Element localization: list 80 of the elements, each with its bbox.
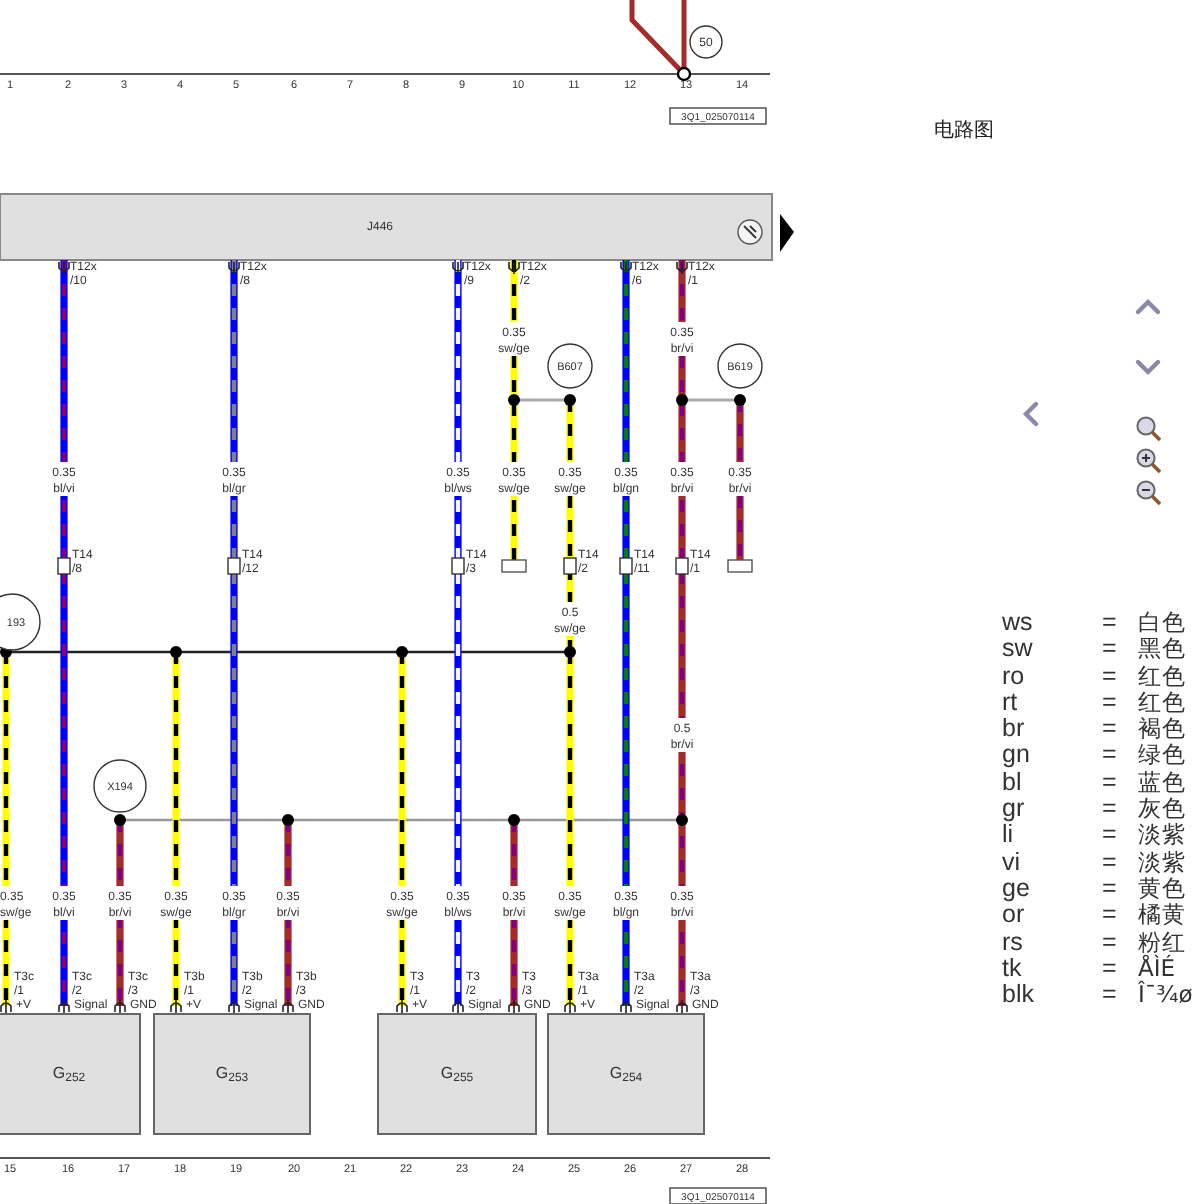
junction-node	[508, 394, 520, 406]
legend-meaning: 蓝色	[1138, 769, 1188, 797]
component-label: G$_{253}$	[215, 1064, 249, 1085]
junction-node	[564, 646, 576, 658]
junction-node	[282, 814, 294, 826]
connector-icon	[227, 557, 241, 575]
connector-icon	[619, 557, 633, 575]
component-box	[0, 1013, 141, 1135]
junction-node	[564, 394, 576, 406]
legend-meaning: 绿色	[1138, 742, 1188, 770]
legend-equals: =	[1102, 689, 1119, 717]
splice-circle	[717, 343, 763, 389]
legend-meaning: 褐色	[1138, 716, 1188, 743]
legend-code: li	[1002, 822, 1014, 850]
legend-code: ro	[1002, 663, 1027, 690]
zoom-out-icon[interactable]	[1134, 478, 1162, 506]
wire	[629, 0, 687, 76]
legend-code: ge	[1002, 875, 1032, 903]
legend-code: gr	[1002, 796, 1027, 823]
legend-code: blk	[1002, 982, 1036, 1009]
legend-equals: =	[1102, 875, 1119, 903]
legend-code: ws	[1002, 610, 1035, 637]
junction-node	[734, 394, 746, 406]
legend-code: rs	[1002, 929, 1025, 956]
connector-icon	[57, 557, 71, 575]
junction-node	[396, 646, 408, 658]
splice-line	[514, 398, 570, 402]
legend-equals: =	[1102, 716, 1119, 743]
junction-node	[114, 814, 126, 826]
junction-node	[508, 814, 520, 826]
splice-circle	[547, 343, 593, 389]
legend-code: vi	[1002, 849, 1023, 876]
legend-meaning: Î¯¾ø	[1138, 982, 1195, 1009]
component-label: G$_{255}$	[440, 1064, 474, 1085]
legend-code: bl	[1002, 769, 1022, 797]
legend-meaning: ÅÌÉ	[1138, 955, 1176, 982]
legend-code: tk	[1002, 955, 1024, 983]
legend-code: sw	[1002, 636, 1035, 664]
zoom-icon[interactable]	[1134, 414, 1162, 442]
legend-equals: =	[1102, 742, 1119, 770]
page-title: 电路图	[932, 117, 996, 146]
legend-meaning: 黄色	[1138, 875, 1188, 903]
junction-node	[170, 646, 182, 658]
legend-meaning: 淡紫	[1138, 849, 1188, 876]
legend-equals: =	[1102, 822, 1119, 850]
legend-meaning: 粉红	[1138, 929, 1188, 956]
expand-arrow-icon[interactable]	[780, 214, 794, 252]
legend-equals: =	[1102, 955, 1119, 983]
junction-node	[676, 66, 692, 82]
legend-meaning: 黑色	[1138, 636, 1188, 664]
connector-icon	[675, 557, 689, 575]
component-label: G$_{252}$	[52, 1064, 86, 1085]
legend-equals: =	[1102, 902, 1119, 930]
legend-meaning: 淡紫	[1138, 822, 1188, 850]
legend-equals: =	[1102, 610, 1119, 637]
legend-meaning: 橘黄	[1138, 902, 1188, 930]
junction-node	[676, 394, 688, 406]
legend-meaning: 灰色	[1138, 796, 1188, 823]
connector-circle	[93, 759, 147, 813]
legend-code: gn	[1002, 742, 1032, 770]
legend-meaning: 白色	[1138, 610, 1188, 637]
legend-equals: =	[1102, 796, 1119, 823]
legend-code: rt	[1002, 689, 1020, 717]
legend-equals: =	[1102, 663, 1119, 690]
legend-equals: =	[1102, 769, 1119, 797]
legend-code: or	[1002, 902, 1025, 930]
splice-line	[682, 398, 740, 402]
connector-icon	[563, 557, 577, 575]
legend-equals: =	[1102, 982, 1119, 1009]
marker-circle	[689, 25, 723, 59]
legend-equals: =	[1102, 929, 1119, 956]
legend-equals: =	[1102, 849, 1119, 876]
legend-equals: =	[1102, 636, 1119, 664]
component-label: G$_{254}$	[609, 1064, 643, 1085]
legend-meaning: 红色	[1138, 663, 1188, 690]
connector-icon	[451, 557, 465, 575]
junction-node	[676, 814, 688, 826]
legend-meaning: 红色	[1138, 689, 1188, 717]
legend-code: br	[1002, 716, 1027, 743]
zoom-in-icon[interactable]	[1134, 446, 1162, 474]
